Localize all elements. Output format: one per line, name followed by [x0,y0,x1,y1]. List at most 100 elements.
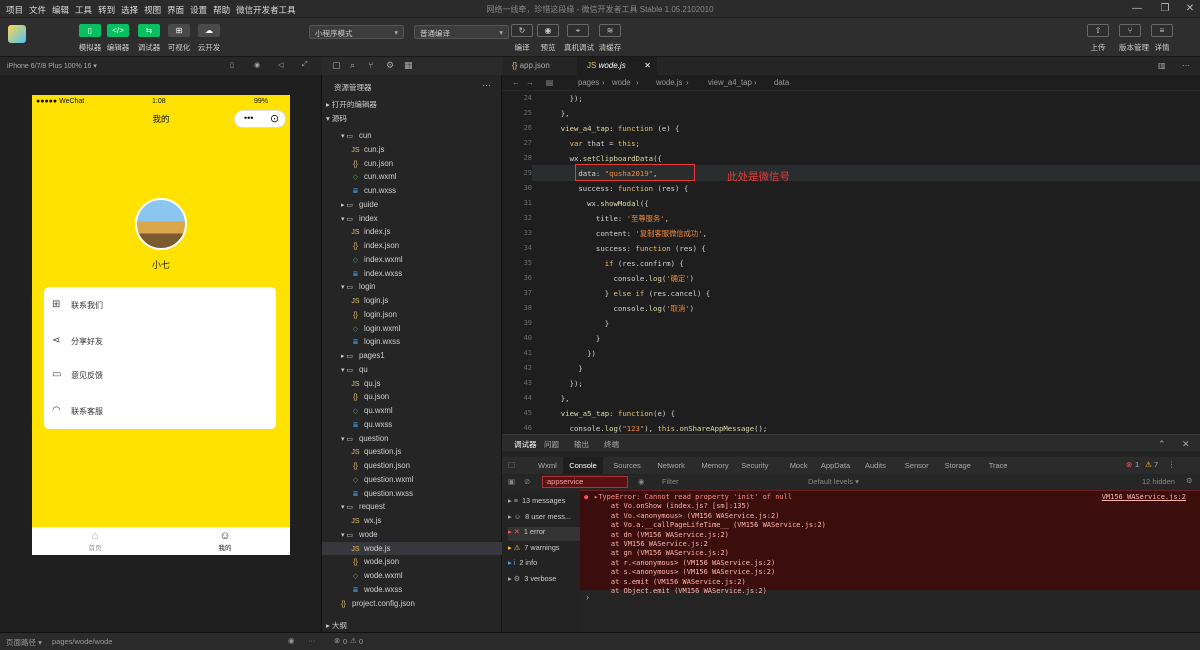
details-icon[interactable]: ≡ [1151,24,1173,37]
devtools-tab-trace[interactable]: Trace [983,457,1014,474]
tab-wode-js[interactable]: JS wode.js ✕ [577,57,657,75]
minimize-icon[interactable]: — [1130,2,1144,16]
menu-item[interactable]: 项目 [6,4,23,16]
file-tree-item[interactable]: ≣ wode.wxss [322,583,502,597]
file-tree-item[interactable]: {} project.config.json [322,597,502,611]
back-icon[interactable]: ← [512,75,520,91]
open-editors-section[interactable]: ▸ 打开的编辑器 [326,99,377,110]
menu-item[interactable]: 选择 [121,4,138,16]
console-filter-4[interactable]: ▸ i2 info [508,558,580,572]
more-icon[interactable]: ··· [482,80,491,90]
more-icon[interactable]: ⋮ [1168,460,1176,469]
more-icon[interactable]: ··· [308,636,316,645]
console-filter-1[interactable]: ▸ ☺ 8 user mess... [508,512,580,526]
preview-icon[interactable]: ◉ [537,24,559,37]
breadcrumb-item[interactable]: pages [578,75,599,91]
sidebar-toggle-icon[interactable]: ▣ [508,477,515,486]
console-filter-0[interactable]: ▸ ≡ 13 messages [508,496,580,510]
file-tree-item[interactable]: ◇ login.wxml [322,322,502,336]
remote-debug-icon[interactable]: ⌖ [567,24,589,37]
file-tree-item[interactable]: JS qu.js [322,377,502,391]
debug-icon[interactable]: ⚙ [386,60,394,71]
devtools-tab-memory[interactable]: Memory [696,457,735,474]
file-tree-item[interactable]: ▸ ▭pages1 [322,349,502,363]
menu-item[interactable]: 界面 [167,4,184,16]
eye-icon[interactable]: ◉ [638,477,645,486]
compile-select[interactable]: 普通编译 ▾ [414,25,509,39]
code-line[interactable]: success: function (res) { [552,184,688,193]
volume-icon[interactable]: ◁ [278,61,283,69]
file-tree-item[interactable]: ≣ login.wxss [322,335,502,349]
panel-tab[interactable]: 输出 [574,439,589,450]
devtools-tab-appdata[interactable]: AppData [815,457,856,474]
file-tree-item[interactable]: ▾ ▭ login [322,280,502,294]
devtools-tab-sources[interactable]: Sources [607,457,647,474]
code-line[interactable]: success: function (res) { [552,244,706,253]
console-filter-5[interactable]: ▸ ⚙ 3 verbose [508,574,580,588]
exit-icon[interactable]: ⊙ [270,112,279,125]
search-icon[interactable]: ⌕ [350,60,355,71]
eye-icon[interactable]: ◉ [288,636,295,645]
stack-line[interactable]: at Object.emit (VM156 WAService.js:2) [594,587,1074,596]
stack-line[interactable]: at Vo.onShow (index.js? [sm]:135) [594,502,1074,511]
breadcrumb-item[interactable]: data [774,75,789,91]
file-tree-item[interactable]: ◇ cun.wxml [322,170,502,184]
devtools-tab-wxml[interactable]: Wxml [532,457,563,474]
tab-home[interactable]: ⌂ 首页 [80,530,110,552]
file-tree-item[interactable]: {} login.json [322,308,502,322]
rotate-icon[interactable]: ⤢ [302,61,308,69]
tab-mine[interactable]: ☺ 我的 [210,530,240,552]
mode-select[interactable]: 小程序模式 ▾ [309,25,404,39]
menu-item[interactable]: 编辑 [52,4,69,16]
file-tree-item[interactable]: ▾ ▭ index [322,212,502,226]
tab-debugger[interactable]: 调试器 [514,439,537,450]
project-avatar[interactable] [8,25,26,43]
extensions-icon[interactable]: ▦ [404,60,413,71]
error-badge-icon[interactable]: ⊗ [1126,460,1132,469]
code-line[interactable]: console.log('取消') [552,304,695,314]
code-line[interactable]: console.log("123"), this.onShareAppMessa… [552,424,768,433]
capsule-menu[interactable]: ••• ⊙ [234,110,286,128]
menu-item[interactable]: 视图 [144,4,161,16]
tab-app-json[interactable]: {} app.json [502,57,560,75]
file-tree-item[interactable]: ◇ qu.wxml [322,404,502,418]
forward-icon[interactable]: → [526,75,534,91]
code-area[interactable]: 24 }); 25 }, 26 view_a4_tap: function (e) … [502,91,1200,434]
console-filter-3[interactable]: ▸ ⚠ 7 warnings [508,543,580,557]
file-tree-item[interactable]: {} index.json [322,239,502,253]
menu-item[interactable]: 工具 [75,4,92,16]
code-line[interactable]: wx.setClipboardData({ [552,154,662,163]
stack-line[interactable]: at dn (VM156 WAService.js:2) [594,531,1074,540]
phone-icon[interactable]: ▯ [230,61,234,69]
stack-line[interactable]: at s.<anonymous> (VM156 WAService.js:2) [594,568,1074,577]
cloud-dev-icon[interactable]: ☁ [198,24,220,37]
devtools-tab-mock[interactable]: Mock [784,457,814,474]
inspect-icon[interactable]: ⬚ [508,460,515,469]
chevron-up-icon[interactable]: ⌃ [1158,439,1166,450]
code-line[interactable]: if (res.confirm) { [552,259,684,268]
stack-line[interactable]: at Vo.a.__callPageLifeTime__ (VM156 WASe… [594,521,1074,530]
menu-item-service[interactable]: ◠ 联系客服 [52,401,272,421]
code-line[interactable]: }, [552,109,570,118]
clear-cache-icon[interactable]: ≋ [599,24,621,37]
files-icon[interactable]: ▢ [332,60,341,71]
stack-line[interactable]: at VM156 WAService.js:2 [594,540,1074,549]
menu-item-contact[interactable]: ⊞ 联系我们 [52,295,272,315]
file-tree-item[interactable]: ◇ index.wxml [322,253,502,267]
visual-toggle-icon[interactable]: ⊞ [168,24,190,37]
warning-count-icon[interactable]: ⚠ [350,636,357,645]
code-line[interactable]: view_a4_tap: function (e) { [552,124,680,133]
devtools-tab-console[interactable]: Console [563,457,603,474]
file-tree-item[interactable]: {} cun.json [322,157,502,171]
editor-toggle-icon[interactable]: </> [107,24,129,37]
file-tree-item[interactable]: ▸ ▭pages1 [322,610,502,613]
version-icon[interactable]: ⑂ [1119,24,1141,37]
file-tree-item[interactable]: ▾ ▭ question [322,432,502,446]
levels-select[interactable]: Default levels ▾ [808,477,859,486]
file-tree-item[interactable]: {} wode.json [322,555,502,569]
console-error-message[interactable]: ● VM156 WAService.js:2 ▸TypeError: Canno… [580,490,1200,595]
close-icon[interactable]: ✕ [644,57,651,75]
code-line[interactable]: console.log('确定') [552,274,695,284]
code-line[interactable]: }); [552,94,583,103]
file-tree-item[interactable]: {} qu.json [322,390,502,404]
